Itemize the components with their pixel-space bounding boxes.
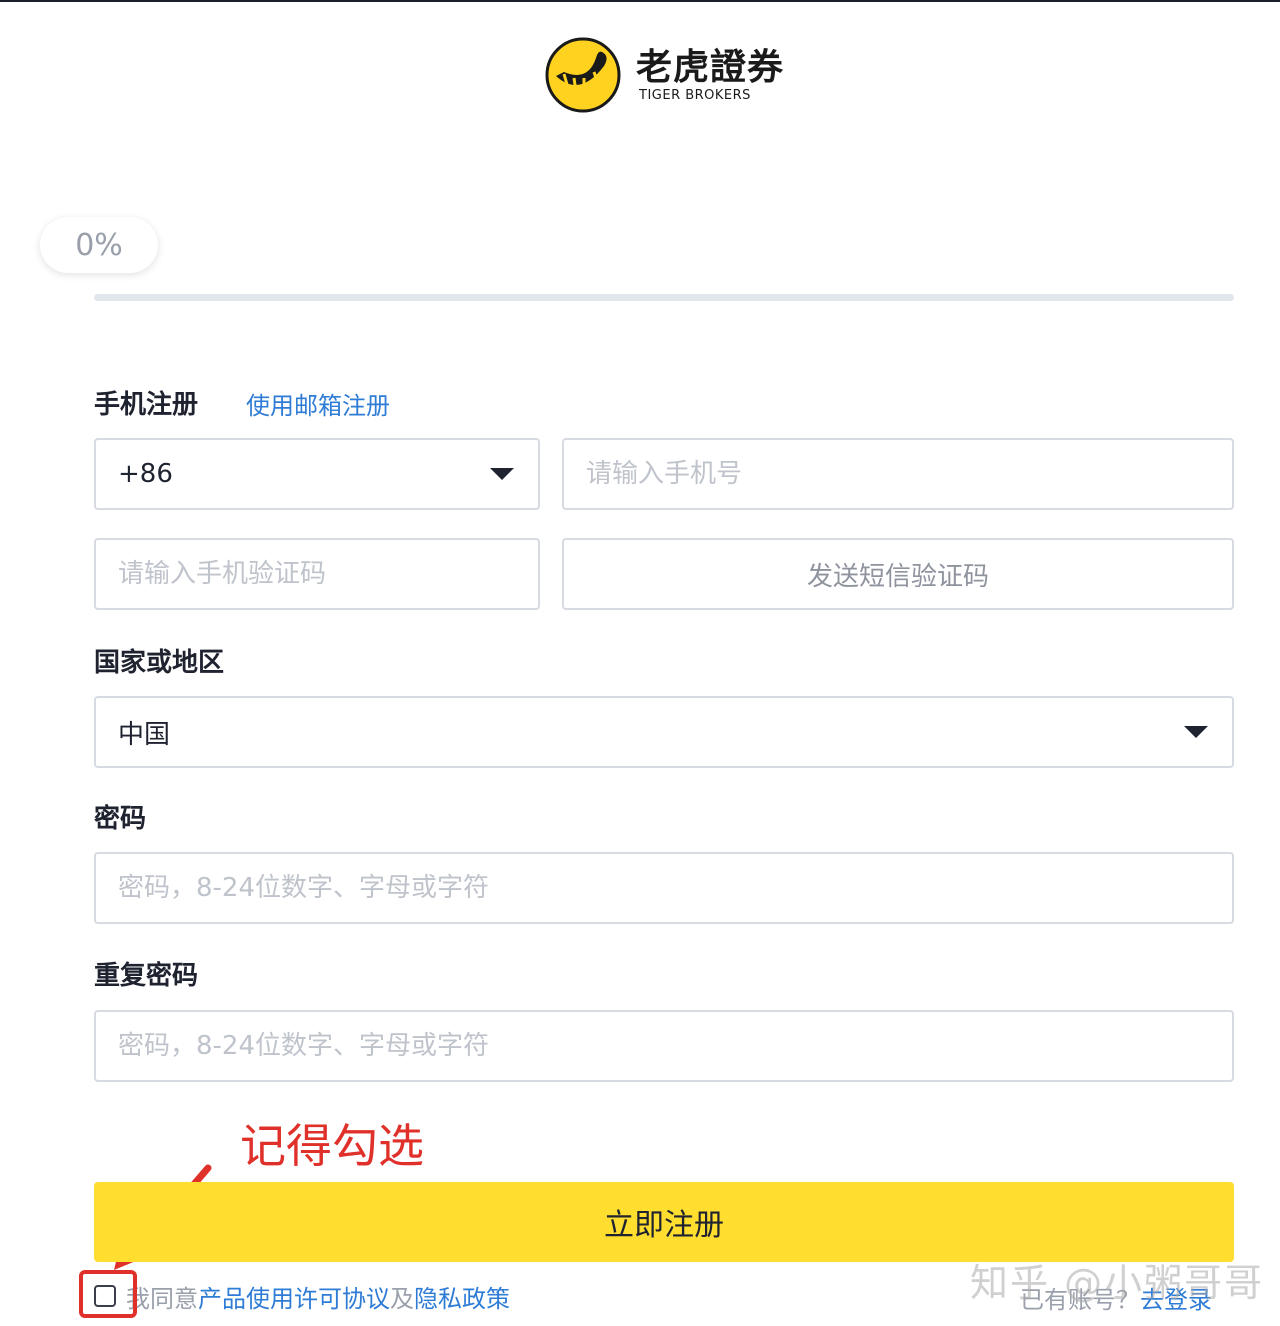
repeat-password-input[interactable] <box>96 1031 1232 1061</box>
password-input[interactable] <box>96 873 1232 903</box>
email-signup-link[interactable]: 使用邮箱注册 <box>246 391 390 421</box>
password-field[interactable] <box>94 852 1234 924</box>
phone-field[interactable] <box>562 438 1234 510</box>
region-value: 中国 <box>118 719 171 750</box>
progress-bar <box>94 294 1234 301</box>
brand-name-en: TIGER BROKERS <box>639 88 751 103</box>
password-label: 密码 <box>94 804 147 834</box>
progress-label: 0% <box>40 217 158 273</box>
brand-name-cn: 老虎證券 <box>636 47 785 88</box>
repeat-password-label: 重复密码 <box>94 961 199 991</box>
phone-input[interactable] <box>564 459 1232 489</box>
agree-middle: 及 <box>390 1284 414 1313</box>
region-label: 国家或地区 <box>94 648 225 678</box>
watermark: 知乎 @小粥哥哥 <box>970 1261 1265 1305</box>
phone-signup-title: 手机注册 <box>94 390 199 420</box>
privacy-policy-link[interactable]: 隐私政策 <box>414 1279 510 1314</box>
annotation-text: 记得勾选 <box>240 1119 424 1173</box>
tiger-logo-icon <box>545 37 621 113</box>
chevron-down-icon <box>1184 726 1208 738</box>
chevron-down-icon <box>490 468 514 480</box>
repeat-password-field[interactable] <box>94 1010 1234 1082</box>
top-border <box>0 0 1280 2</box>
sms-code-field[interactable] <box>94 538 540 610</box>
brand-logo: 老虎證券 TIGER BROKERS <box>544 36 794 116</box>
register-button[interactable]: 立即注册 <box>94 1182 1234 1262</box>
agreement-row: 我同意 产品使用许可协议 及 隐私政策 <box>94 1278 510 1314</box>
region-select[interactable]: 中国 <box>94 696 1234 768</box>
country-code-value: +86 <box>118 459 173 489</box>
license-agreement-link[interactable]: 产品使用许可协议 <box>198 1279 390 1314</box>
checkbox-highlight <box>79 1270 137 1318</box>
send-sms-code-button[interactable]: 发送短信验证码 <box>562 538 1234 610</box>
sms-code-input[interactable] <box>96 559 538 589</box>
country-code-select[interactable]: +86 <box>94 438 540 510</box>
